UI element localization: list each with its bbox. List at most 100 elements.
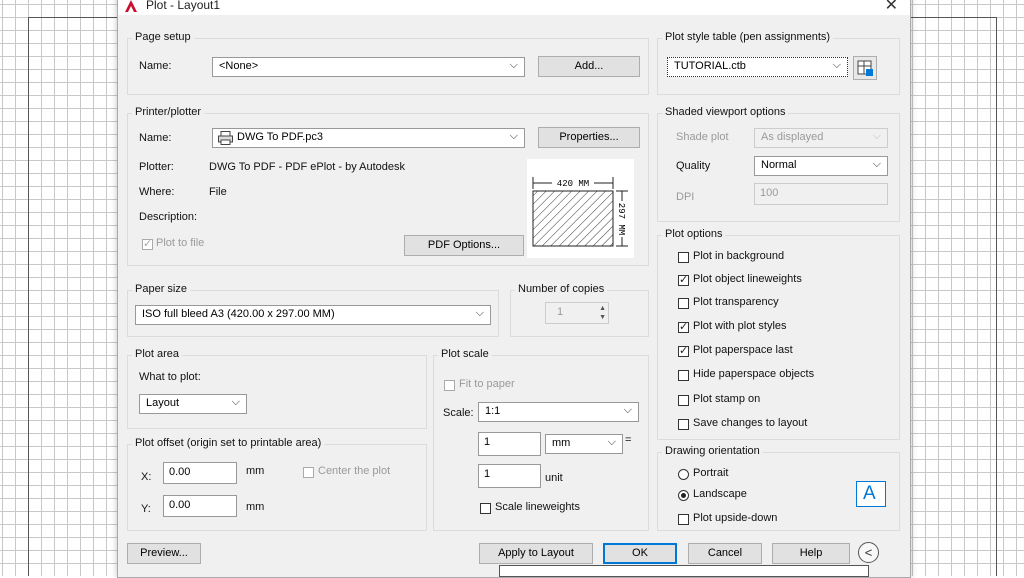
group-label: Plot scale: [438, 348, 492, 360]
y-offset-input[interactable]: 0.00: [163, 495, 237, 517]
plot-option-label: Plot paperspace last: [693, 344, 793, 356]
paper-size-select[interactable]: ISO full bleed A3 (420.00 x 297.00 MM) ⌵: [135, 305, 491, 325]
drawing-orientation-group: Drawing orientation Portrait Landscape P…: [657, 445, 900, 531]
add-button[interactable]: Add...: [538, 56, 640, 77]
checkmark-icon: ✓: [679, 321, 689, 333]
page-setup-group: Page setup Name: <None> ⌵ Add...: [127, 31, 649, 95]
shade-plot-select[interactable]: As displayed ⌵: [754, 128, 888, 148]
select-value: Normal: [761, 159, 797, 171]
select-value: 1:1: [485, 405, 501, 417]
landscape-orientation-icon: A: [856, 481, 886, 507]
scale-lineweights-label: Scale lineweights: [495, 501, 580, 513]
chevron-down-icon: ⌵: [509, 130, 518, 142]
plot-style-table-group: Plot style table (pen assignments) TUTOR…: [657, 31, 900, 95]
preview-button[interactable]: Preview...: [127, 543, 201, 564]
dpi-input[interactable]: 100: [754, 183, 888, 205]
quality-select[interactable]: Normal ⌵: [754, 156, 888, 176]
copies-spinner[interactable]: 1 ▲ ▼: [545, 302, 609, 324]
autocad-logo-icon: [125, 0, 137, 12]
landscape-radio[interactable]: [678, 490, 689, 501]
chevron-down-icon: ⌵: [509, 59, 518, 71]
shaded-viewport-group: Shaded viewport options Shade plot As di…: [657, 106, 900, 222]
checkmark-icon: ✓: [679, 345, 689, 357]
apply-to-layout-button[interactable]: Apply to Layout: [479, 543, 593, 564]
properties-button[interactable]: Properties...: [538, 127, 640, 148]
scale-unit-select[interactable]: mm ⌵: [545, 434, 623, 454]
plot-area-group: Plot area What to plot: Layout ⌵: [127, 348, 427, 429]
portrait-label: Portrait: [693, 467, 729, 479]
preview-width-text: 420 MM: [557, 179, 589, 189]
ok-button[interactable]: OK: [603, 543, 677, 564]
name-label: Name:: [139, 60, 172, 72]
description-label: Description:: [139, 211, 198, 223]
select-value: mm: [552, 437, 571, 449]
scale-select[interactable]: 1:1 ⌵: [478, 402, 639, 422]
chevron-down-icon: ⌵: [872, 158, 881, 170]
collapse-icon[interactable]: <: [858, 542, 879, 563]
help-button[interactable]: Help: [772, 543, 850, 564]
paper-size-preview: 420 MM 297 MM: [527, 159, 634, 258]
page-setup-name-select[interactable]: <None> ⌵: [212, 57, 525, 77]
fit-to-paper-checkbox[interactable]: [444, 380, 455, 391]
status-field: [499, 565, 869, 577]
preview-height-text: 297 MM: [616, 203, 626, 235]
plot-option-checkbox[interactable]: ✓: [678, 321, 689, 333]
x-offset-input[interactable]: 0.00: [163, 462, 237, 484]
group-label: Drawing orientation: [662, 445, 763, 457]
portrait-radio[interactable]: [678, 469, 689, 480]
plot-option-label: Plot transparency: [693, 296, 779, 308]
plot-options-group: Plot options Plot in background ✓ Plot obj…: [657, 228, 900, 440]
spinner-arrows-icon: ▲ ▼: [599, 305, 606, 321]
shade-plot-label: Shade plot: [676, 131, 729, 143]
chevron-down-icon: ⌵: [607, 436, 616, 448]
printer-name-select[interactable]: DWG To PDF.pc3 ⌵: [212, 128, 525, 148]
select-value: DWG To PDF.pc3: [237, 131, 323, 143]
plot-option-label: Save changes to layout: [693, 417, 808, 429]
close-icon[interactable]: ✕: [885, 0, 898, 15]
plot-option-checkbox[interactable]: [678, 298, 689, 309]
group-label: Plot area: [132, 348, 183, 360]
orientation-letter: A: [863, 483, 876, 504]
plot-option-checkbox[interactable]: [678, 370, 689, 381]
plot-upside-down-checkbox[interactable]: [678, 514, 689, 525]
group-label: Page setup: [132, 31, 194, 43]
pdf-options-button[interactable]: PDF Options...: [404, 235, 524, 256]
plot-offset-group: Plot offset (origin set to printable are…: [127, 437, 427, 531]
plot-option-checkbox[interactable]: ✓: [678, 274, 689, 286]
plot-option-checkbox[interactable]: [678, 252, 689, 263]
plot-option-checkbox[interactable]: [678, 395, 689, 406]
edit-plot-style-button[interactable]: [853, 56, 877, 80]
grid-border-left: [28, 17, 29, 576]
what-to-plot-select[interactable]: Layout ⌵: [139, 394, 247, 414]
checkmark-icon: ✓: [679, 274, 689, 286]
cancel-button[interactable]: Cancel: [688, 543, 762, 564]
select-value: Layout: [146, 397, 180, 409]
plot-option-checkbox[interactable]: ✓: [678, 345, 689, 357]
group-label: Number of copies: [515, 283, 608, 295]
scale-lineweights-checkbox[interactable]: [480, 503, 491, 514]
chevron-down-icon: ⌵: [623, 404, 632, 416]
plot-scale-group: Plot scale Fit to paper Scale: 1:1 ⌵ 1 m…: [433, 348, 649, 531]
printer-name-label: Name:: [139, 132, 172, 144]
y-unit: mm: [246, 501, 265, 513]
quality-label: Quality: [676, 160, 711, 172]
plot-upside-down-label: Plot upside-down: [693, 512, 778, 524]
scale-unit-input[interactable]: 1: [478, 464, 541, 488]
title-bar: Plot - Layout1 ✕: [118, 0, 910, 15]
paper-preview-drawing: 420 MM 297 MM: [532, 176, 628, 247]
select-value: TUTORIAL.ctb: [674, 60, 746, 72]
plot-to-file-checkbox[interactable]: ✓: [142, 238, 153, 250]
scale-mm-input[interactable]: 1: [478, 432, 541, 456]
plot-dialog: Plot - Layout1 ✕ Page setup Name: <None>…: [117, 0, 911, 578]
chevron-down-icon: ⌵: [475, 307, 484, 319]
plot-option-label: Hide paperspace objects: [693, 368, 815, 380]
fit-to-paper-label: Fit to paper: [459, 378, 515, 390]
number-of-copies-group: Number of copies 1 ▲ ▼: [510, 283, 649, 337]
x-unit: mm: [246, 465, 265, 477]
plot-option-checkbox[interactable]: [678, 419, 689, 430]
center-plot-label: Center the plot: [318, 465, 391, 477]
paper-size-group: Paper size ISO full bleed A3 (420.00 x 2…: [127, 283, 499, 337]
scale-label: Scale:: [443, 407, 474, 419]
plot-style-table-select[interactable]: TUTORIAL.ctb ⌵: [667, 57, 848, 77]
center-plot-checkbox[interactable]: [303, 467, 314, 478]
